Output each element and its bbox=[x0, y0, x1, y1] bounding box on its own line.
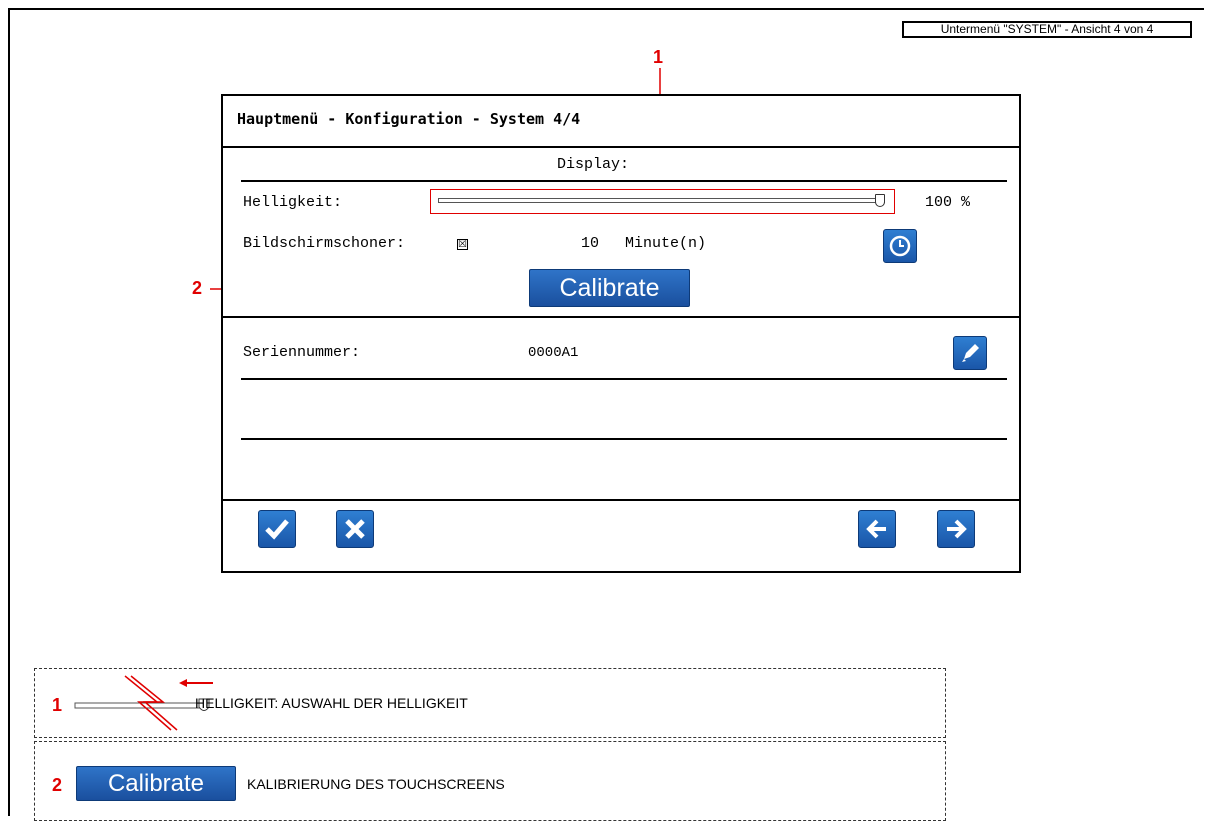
legend-calibrate-button: Calibrate bbox=[76, 766, 236, 801]
cancel-button[interactable] bbox=[336, 510, 374, 548]
confirm-button[interactable] bbox=[258, 510, 296, 548]
footer-divider bbox=[223, 499, 1019, 501]
calibrate-button[interactable]: Calibrate bbox=[529, 269, 690, 307]
title-divider bbox=[223, 146, 1019, 148]
screensaver-timer-button[interactable] bbox=[883, 229, 917, 263]
brightness-label: Helligkeit: bbox=[243, 194, 343, 211]
clock-icon bbox=[889, 235, 911, 257]
pencil-icon bbox=[962, 344, 979, 362]
legend-number-2: 2 bbox=[52, 775, 63, 795]
legend-text-1: HELLIGKEIT: AUSWAHL DER HELLIGKEIT bbox=[195, 695, 468, 711]
screensaver-minutes-value: 10 bbox=[581, 235, 600, 252]
brightness-slider-track[interactable] bbox=[438, 198, 885, 203]
previous-page-button[interactable] bbox=[858, 510, 896, 548]
screensaver-checkbox[interactable]: ☒ bbox=[457, 239, 468, 250]
page-title: Hauptmenü - Konfiguration - System 4/4 bbox=[237, 110, 581, 128]
brightness-slider-highlight bbox=[430, 189, 895, 214]
brightness-slider-thumb[interactable] bbox=[875, 194, 885, 207]
calibrate-divider bbox=[223, 316, 1019, 318]
legend-item-2: 2 Calibrate KALIBRIERUNG DES TOUCHSCREEN… bbox=[34, 741, 946, 821]
legend-item-1: 1 HELLIGKEIT: AUSWAHL DER HELLIGKEIT bbox=[34, 668, 946, 738]
checkmark-icon bbox=[265, 519, 289, 540]
empty-row-divider bbox=[241, 438, 1007, 440]
legend-text-2: KALIBRIERUNG DES TOUCHSCREENS bbox=[247, 776, 505, 792]
display-section-heading: Display: bbox=[557, 156, 630, 173]
display-divider bbox=[241, 180, 1007, 182]
edit-serial-button[interactable] bbox=[953, 336, 987, 370]
next-page-button[interactable] bbox=[937, 510, 975, 548]
submenu-view-label: Untermenü "SYSTEM" - Ansicht 4 von 4 bbox=[902, 21, 1192, 38]
system-config-panel: Hauptmenü - Konfiguration - System 4/4 D… bbox=[221, 94, 1021, 573]
arrow-left-icon bbox=[866, 519, 886, 539]
arrow-right-icon bbox=[947, 519, 967, 539]
brightness-slider-symbol bbox=[74, 675, 213, 731]
screensaver-unit: Minute(n) bbox=[625, 235, 707, 252]
serial-number-value: 0000A1 bbox=[528, 345, 579, 361]
close-icon bbox=[345, 519, 365, 539]
screensaver-label: Bildschirmschoner: bbox=[243, 235, 406, 252]
legend-number-1: 1 bbox=[52, 695, 63, 715]
serial-divider bbox=[241, 378, 1007, 380]
serial-number-label: Seriennummer: bbox=[243, 344, 361, 361]
callout-number-2: 2 bbox=[192, 278, 203, 298]
callout-number-1: 1 bbox=[653, 47, 664, 67]
brightness-value: 100 % bbox=[925, 194, 971, 211]
